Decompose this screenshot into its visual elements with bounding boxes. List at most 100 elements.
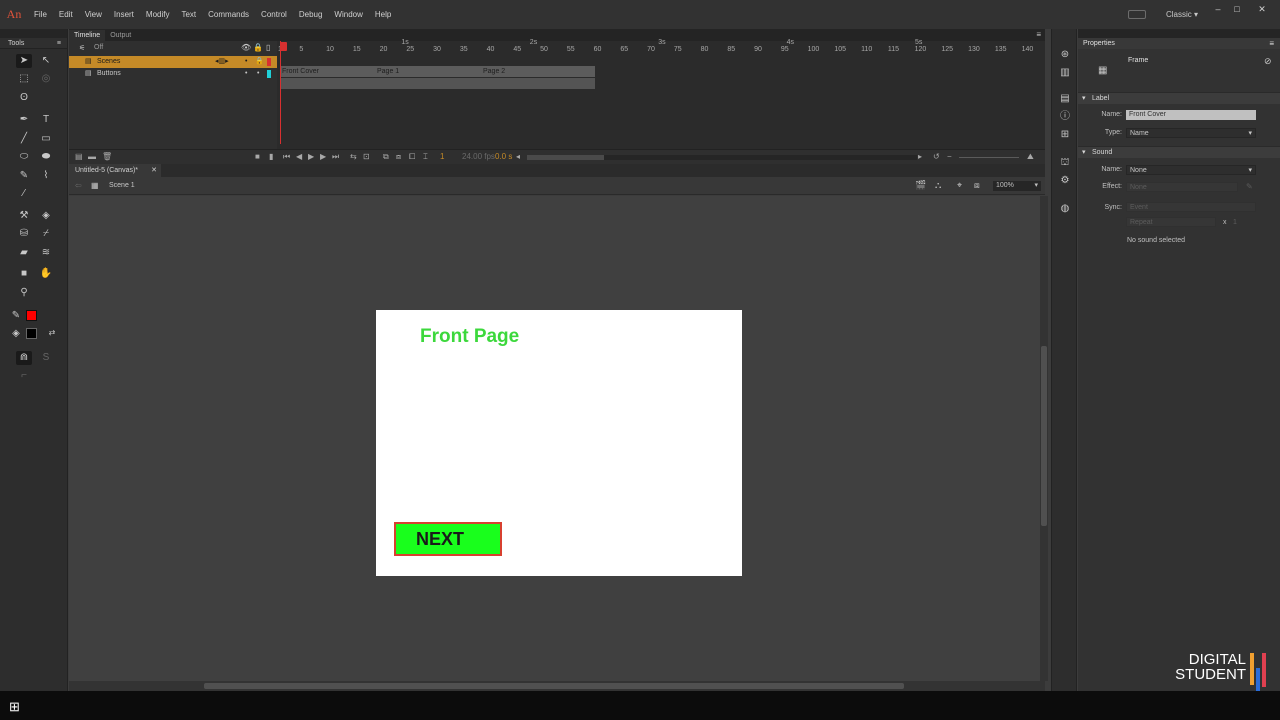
- frames-scroll-thumb[interactable]: [527, 155, 604, 160]
- ruler-frame-number[interactable]: 135: [995, 46, 1007, 53]
- lasso-tool-icon[interactable]: ʘ: [16, 91, 32, 105]
- parent-view-icon[interactable]: ▮: [269, 152, 273, 161]
- ruler-frame-number[interactable]: 5: [299, 46, 303, 53]
- frames-scrollbar[interactable]: [527, 155, 917, 160]
- ruler-frame-number[interactable]: 120: [915, 46, 927, 53]
- playhead[interactable]: [280, 41, 287, 144]
- frames-area[interactable]: 1510152025303540455055606570758085909510…: [277, 39, 1045, 149]
- minimize-icon[interactable]: –: [1210, 2, 1226, 16]
- subselection-tool-icon[interactable]: ↖: [38, 54, 54, 68]
- stage-vertical-scrollbar[interactable]: [1040, 196, 1048, 681]
- ruler-frame-number[interactable]: 25: [406, 46, 414, 53]
- workspace-switcher[interactable]: Classic ▾: [1166, 0, 1198, 29]
- scenes-frame-span[interactable]: [280, 66, 595, 77]
- scroll-right-icon[interactable]: ▸: [918, 152, 922, 161]
- menu-edit[interactable]: Edit: [53, 0, 79, 29]
- next-button[interactable]: NEXT: [394, 522, 502, 556]
- info-icon[interactable]: ⓘ: [1058, 111, 1072, 123]
- lock-icon[interactable]: 🔒: [255, 56, 264, 68]
- stage-horizontal-scrollbar[interactable]: [69, 681, 1045, 691]
- pencil-tool-icon[interactable]: ✎: [16, 169, 32, 183]
- ruler-frame-number[interactable]: 125: [941, 46, 953, 53]
- help-icon[interactable]: ⊘: [1264, 56, 1272, 67]
- lock-dot-icon[interactable]: •: [257, 68, 259, 80]
- ruler-frame-number[interactable]: 70: [647, 46, 655, 53]
- straighten-icon[interactable]: ⌐: [16, 369, 32, 383]
- back-arrow-icon[interactable]: ⇦: [75, 181, 82, 190]
- text-tool-icon[interactable]: T: [38, 113, 54, 127]
- ruler-frame-number[interactable]: 80: [701, 46, 709, 53]
- step-back-icon[interactable]: ◀: [296, 152, 302, 161]
- ruler-frame-number[interactable]: 55: [567, 46, 575, 53]
- ruler-frame-number[interactable]: 35: [460, 46, 468, 53]
- stage-canvas[interactable]: Front Page NEXT: [376, 310, 742, 576]
- scene-breadcrumb[interactable]: Scene 1: [109, 182, 135, 189]
- edit-symbol-icon[interactable]: ⛬: [935, 180, 941, 191]
- menu-help[interactable]: Help: [369, 0, 397, 29]
- polystar-tool-icon[interactable]: ⬬: [38, 150, 54, 164]
- menu-view[interactable]: View: [79, 0, 108, 29]
- ruler-frame-number[interactable]: 20: [380, 46, 388, 53]
- visibility-dot-icon[interactable]: •: [245, 68, 247, 80]
- visibility-dot-icon[interactable]: •: [245, 56, 247, 68]
- oval-tool-icon[interactable]: ⬭: [16, 150, 32, 164]
- stage-title-text[interactable]: Front Page: [420, 326, 519, 348]
- panel-menu-icon[interactable]: ≡: [1036, 30, 1041, 39]
- tab-output[interactable]: Output: [105, 30, 136, 41]
- panel-menu-icon[interactable]: ≡: [57, 38, 61, 49]
- lock-all-icon[interactable]: 🔒: [253, 43, 263, 52]
- ruler-frame-number[interactable]: 115: [888, 46, 899, 53]
- eraser-tool-icon[interactable]: ▰: [16, 246, 32, 260]
- menu-debug[interactable]: Debug: [293, 0, 329, 29]
- sync-settings-icon[interactable]: [1128, 10, 1146, 19]
- hand-tool-icon[interactable]: ✋: [38, 267, 54, 281]
- fps-readout[interactable]: 24.00 fps: [462, 152, 495, 161]
- frame-name-input[interactable]: Front Cover: [1126, 110, 1256, 120]
- layer-row-scenes[interactable]: ▤ Scenes ◂▥▸ • 🔒: [69, 56, 277, 68]
- onion-outline-icon[interactable]: ⧈: [396, 152, 401, 162]
- ruler-frame-number[interactable]: 30: [433, 46, 441, 53]
- play-icon[interactable]: ▶: [308, 152, 314, 161]
- vertical-scroll-thumb[interactable]: [1041, 346, 1047, 526]
- sync-select[interactable]: Event: [1126, 202, 1256, 212]
- ruler-frame-number[interactable]: 105: [834, 46, 846, 53]
- components-icon[interactable]: ⛫: [1058, 157, 1072, 169]
- menu-insert[interactable]: Insert: [108, 0, 140, 29]
- snap-to-objects-icon[interactable]: ⋒: [16, 351, 32, 365]
- label-section-header[interactable]: ▾ Label: [1078, 92, 1280, 104]
- center-frame-icon[interactable]: ⊡: [363, 152, 370, 161]
- show-hide-all-icon[interactable]: 👁: [241, 43, 251, 52]
- ruler-frame-number[interactable]: 95: [781, 46, 789, 53]
- menu-file[interactable]: File: [28, 0, 53, 29]
- motion-presets-icon[interactable]: ⊛: [1058, 49, 1072, 61]
- scroll-left-icon[interactable]: ◂: [516, 152, 520, 161]
- panel-menu-icon[interactable]: ≡: [1269, 38, 1274, 49]
- selection-tool-icon[interactable]: ➤: [16, 54, 32, 68]
- ruler-frame-number[interactable]: 100: [808, 46, 820, 53]
- menu-commands[interactable]: Commands: [202, 0, 255, 29]
- maximize-icon[interactable]: □: [1229, 2, 1245, 16]
- edit-envelope-icon[interactable]: ✎: [1246, 182, 1253, 191]
- current-frame-readout[interactable]: 1: [440, 152, 444, 161]
- ruler-frame-number[interactable]: 130: [968, 46, 980, 53]
- stroke-color-swatch[interactable]: [26, 310, 37, 321]
- sound-section-header[interactable]: ▾ Sound: [1078, 146, 1280, 158]
- edit-multiple-icon[interactable]: ⧠: [409, 152, 415, 162]
- last-frame-icon[interactable]: ⏭: [332, 152, 339, 162]
- camera-toggle-icon[interactable]: ■: [255, 152, 260, 161]
- align-icon[interactable]: ▤: [1058, 93, 1072, 105]
- ink-bottle-tool-icon[interactable]: ⛁: [16, 227, 32, 241]
- horizontal-scroll-thumb[interactable]: [204, 683, 904, 689]
- ruler-frame-number[interactable]: 15: [353, 46, 361, 53]
- camera-tool-icon[interactable]: ■: [16, 267, 32, 281]
- windows-start-icon[interactable]: ⊞: [9, 699, 20, 715]
- modify-markers-icon[interactable]: ⌶: [423, 152, 428, 162]
- frame-size-slider[interactable]: [959, 157, 1019, 158]
- ruler-frame-number[interactable]: 65: [620, 46, 628, 53]
- ruler-frame-number[interactable]: 85: [727, 46, 735, 53]
- loop-icon[interactable]: ⇆: [350, 152, 357, 161]
- menu-modify[interactable]: Modify: [140, 0, 176, 29]
- pen-tool-icon[interactable]: ✒: [16, 113, 32, 127]
- free-transform-tool-icon[interactable]: ⬚: [16, 72, 32, 86]
- playhead-handle[interactable]: [280, 42, 287, 51]
